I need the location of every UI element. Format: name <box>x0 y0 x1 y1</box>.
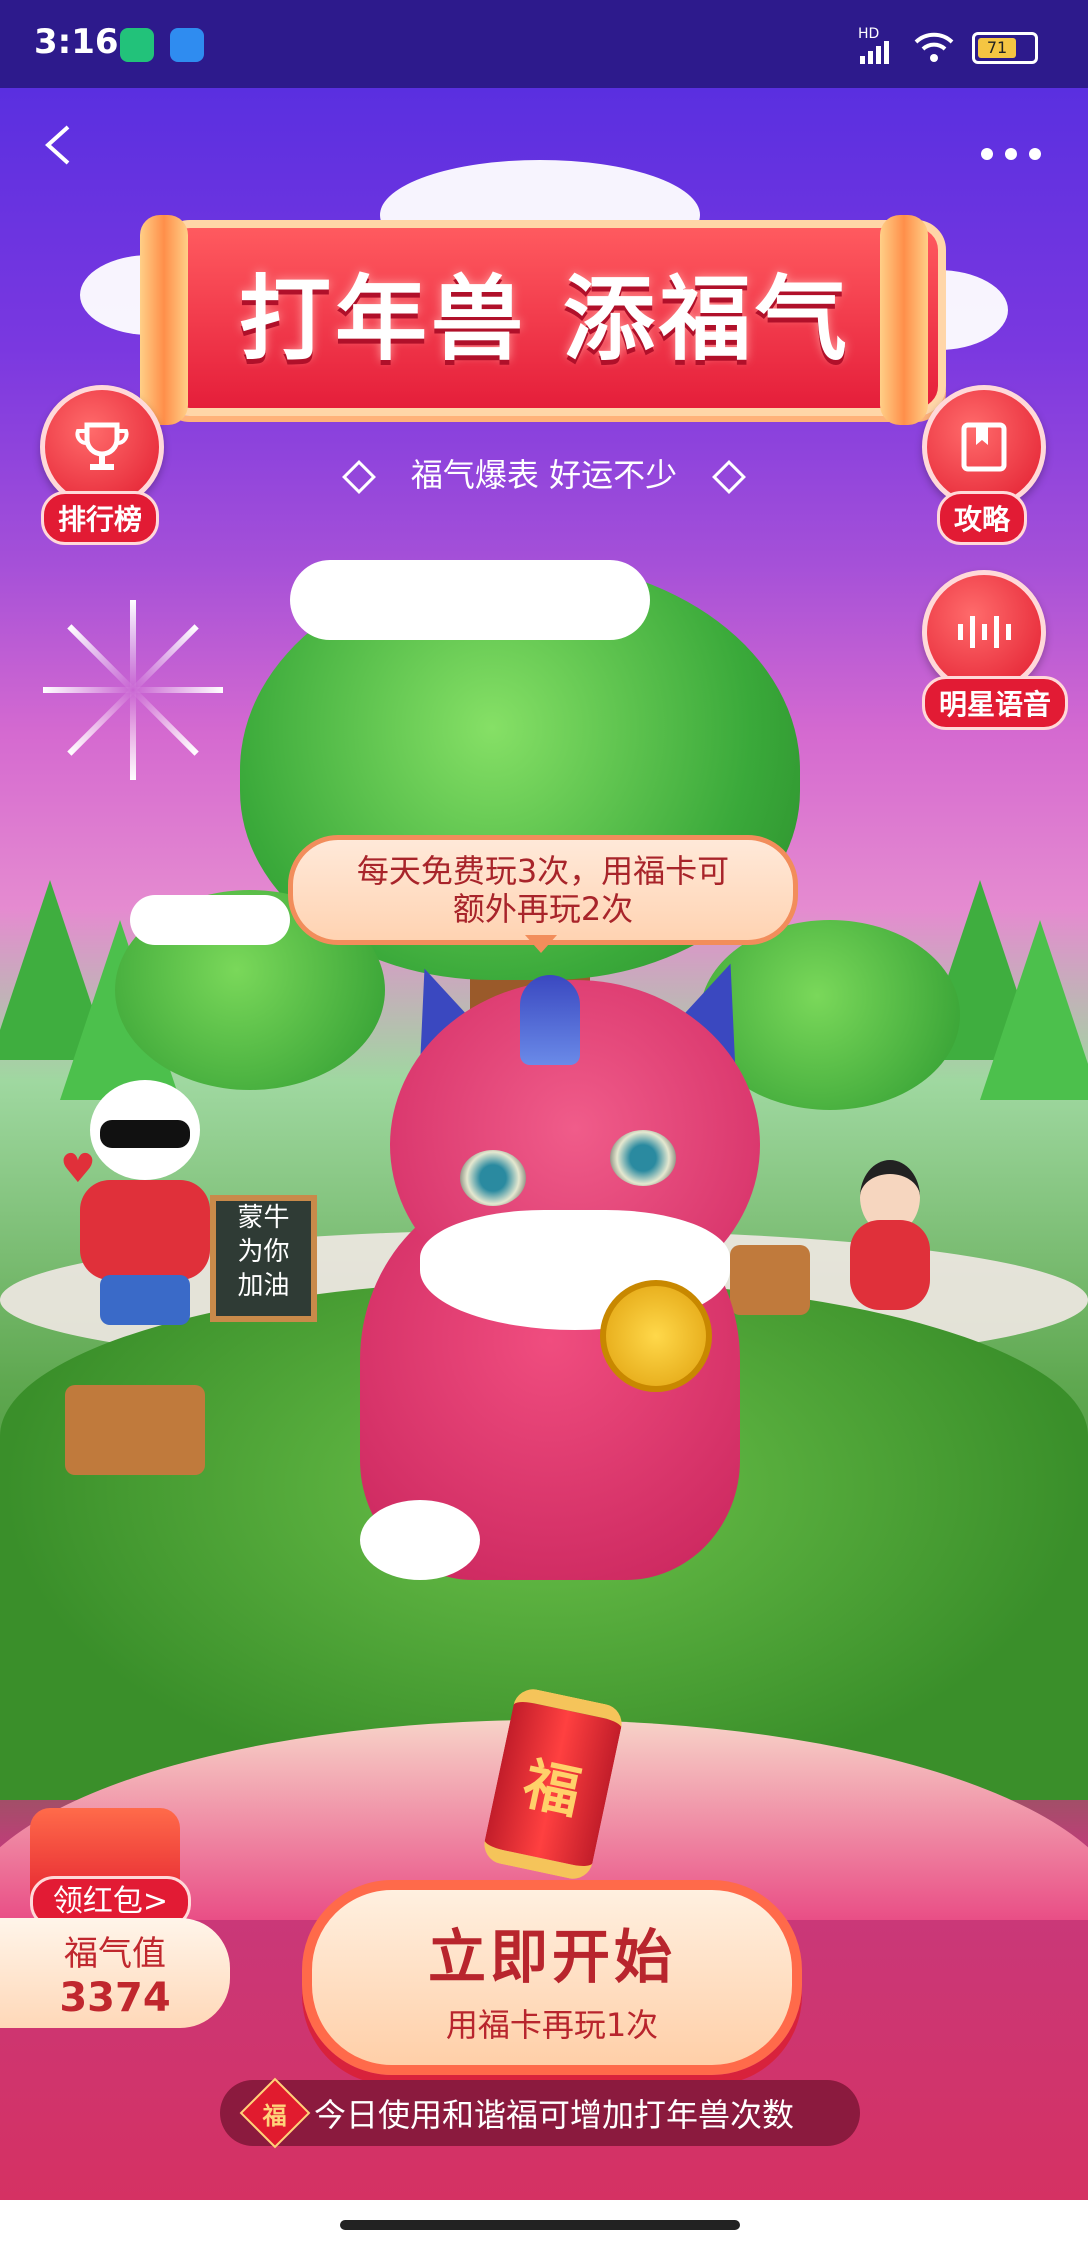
beast-horn <box>520 975 580 1065</box>
start-button[interactable]: 立即开始 用福卡再玩1次 <box>302 1880 802 2075</box>
panda-mascot: ♥ <box>60 1080 230 1340</box>
girl-with-kite <box>840 1160 940 1330</box>
shield-app-icon <box>120 28 154 62</box>
page-title: 打年兽 添福气 <box>238 266 852 373</box>
beast-eye <box>460 1150 526 1206</box>
fu-value-panel: 福气值 3374 <box>0 1918 230 2028</box>
battery-level: 71 <box>978 38 1016 58</box>
start-button-sublabel: 用福卡再玩1次 <box>445 2005 659 2044</box>
status-bar: 3:16 HD 71 <box>0 0 1088 88</box>
battery-icon: 71 <box>972 32 1038 64</box>
more-options-icon[interactable] <box>975 145 1047 164</box>
snow-cap <box>130 895 290 945</box>
harmony-fu-tip[interactable]: 福 今日使用和谐福可增加打年兽次数 <box>220 2077 860 2149</box>
book-icon <box>961 422 1007 472</box>
fu-badge-icon: 福 <box>239 2077 311 2149</box>
diamond-icon <box>341 460 376 494</box>
harmony-fu-tip-text: 今日使用和谐福可增加打年兽次数 <box>314 2096 795 2134</box>
fu-value-label: 福气值 <box>64 1934 166 1974</box>
leaderboard-label: 排行榜 <box>40 491 159 545</box>
tooltip-line: 额外再玩2次 <box>452 890 634 928</box>
pine-tree <box>980 920 1088 1100</box>
back-arrow-icon[interactable] <box>40 125 80 165</box>
sign-line: 为你 <box>237 1237 290 1267</box>
subtitle-text: 福气爆表 好运不少 <box>410 456 678 494</box>
status-time: 3:16 <box>34 22 119 62</box>
wifi-icon <box>914 32 954 62</box>
fu-value-number: 3374 <box>59 1975 171 2021</box>
gold-coin-icon <box>600 1280 712 1392</box>
snow-cap <box>290 560 650 640</box>
sign-line: 加油 <box>237 1271 290 1301</box>
browser-app-icon <box>170 28 204 62</box>
guide-button[interactable]: 攻略 <box>922 385 1046 545</box>
play-info-tooltip: 每天免费玩3次，用福卡可 额外再玩2次 <box>288 835 798 945</box>
tree-stump <box>730 1245 810 1315</box>
fu-badge-char: 福 <box>263 2101 287 2130</box>
firecracker-char: 福 <box>517 1751 587 1827</box>
home-indicator[interactable] <box>340 2220 740 2230</box>
start-button-label: 立即开始 <box>427 1922 676 1991</box>
guide-label: 攻略 <box>936 491 1027 545</box>
beast-tail <box>360 1500 480 1580</box>
beast-eye <box>610 1130 676 1186</box>
tooltip-arrow <box>525 935 557 953</box>
leaderboard-button[interactable]: 排行榜 <box>40 385 164 545</box>
cheer-sign: 蒙牛 为你 加油 <box>210 1195 317 1322</box>
star-voice-button[interactable]: 明星语音 <box>922 570 1069 730</box>
heart-icon: ♥ <box>60 1146 96 1192</box>
signal-icon <box>860 41 889 64</box>
sign-line: 蒙牛 <box>237 1203 290 1233</box>
voice-wave-icon <box>958 616 1011 648</box>
tooltip-line: 每天免费玩3次，用福卡可 <box>356 852 730 890</box>
trophy-icon <box>75 422 129 470</box>
tree-stump <box>65 1385 205 1475</box>
diamond-icon <box>712 460 747 494</box>
star-voice-label: 明星语音 <box>922 676 1069 730</box>
